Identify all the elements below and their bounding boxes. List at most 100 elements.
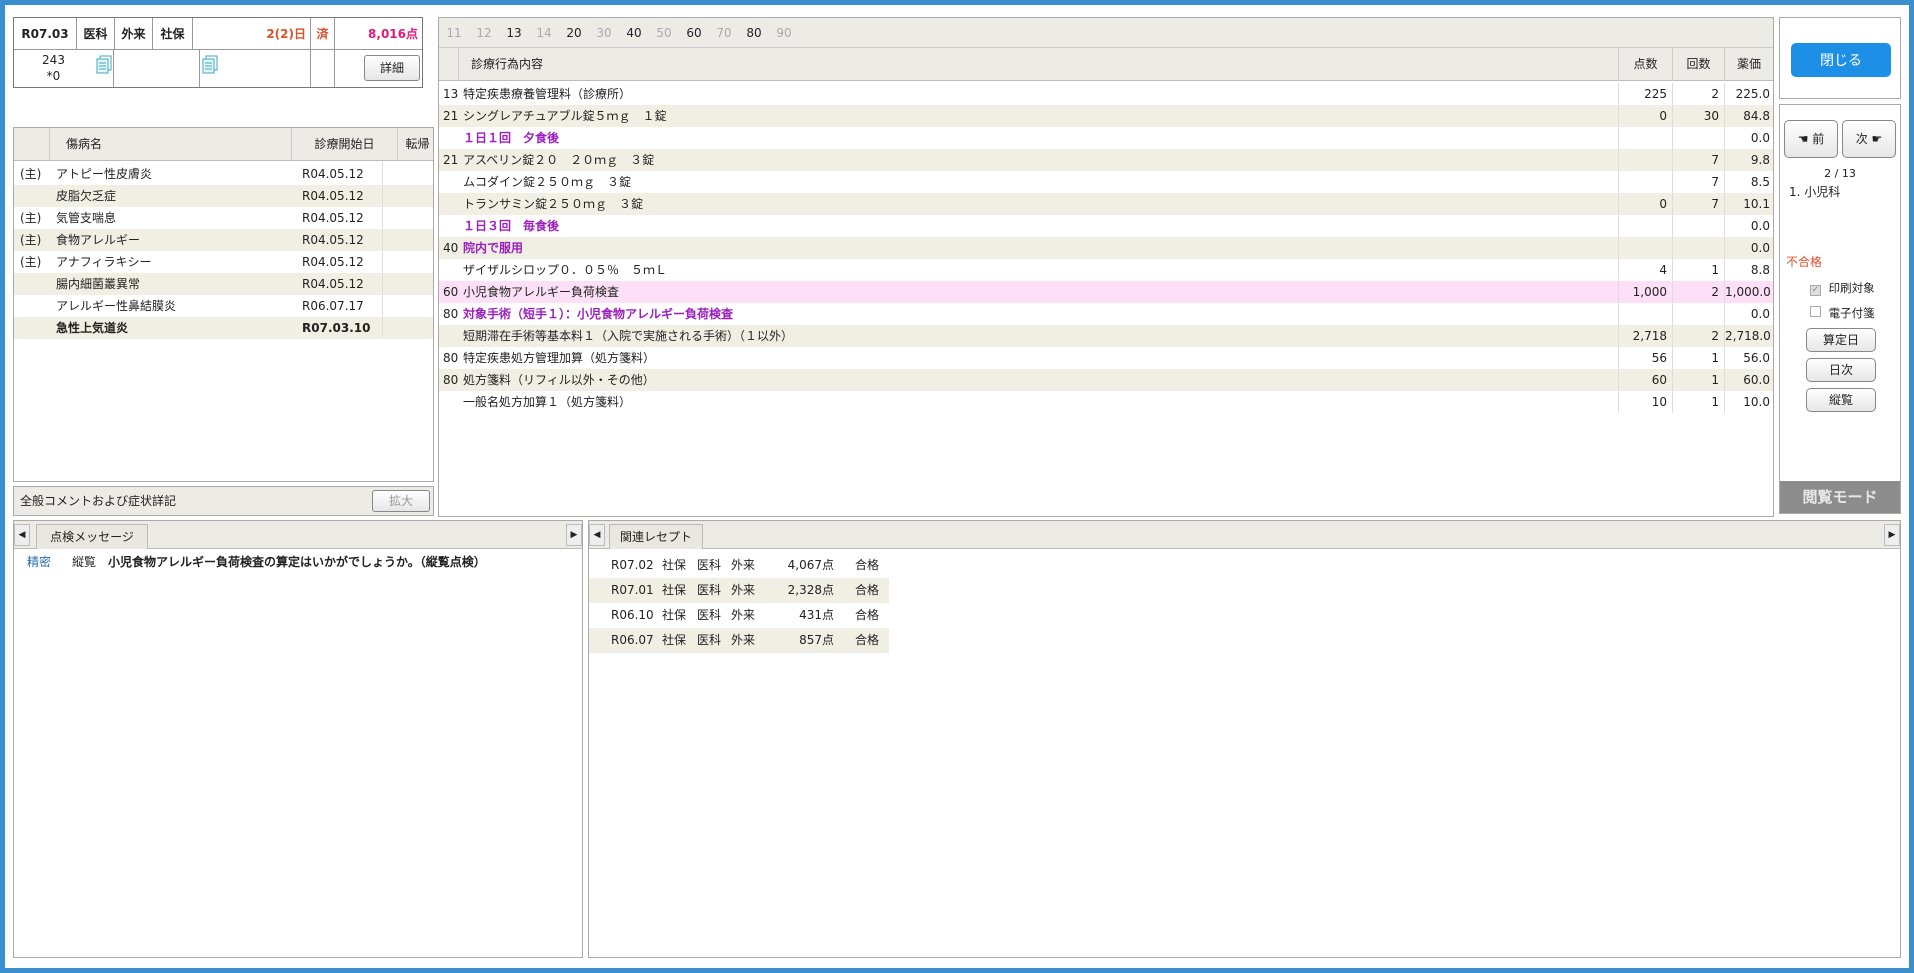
related-receipt-row[interactable]: R06.07 社保 医科 外来 857点 合格 [589,628,889,653]
treatment-code: 80 [443,307,459,321]
treatment-name: シングレアチュアブル錠５ｍｇ １錠 [463,109,667,123]
treatment-name: １日３回 毎食後 [463,219,560,233]
disease-name: 急性上気道炎 [56,321,129,335]
treatment-name: 一般名処方加算１（処方箋料） [463,395,632,409]
disease-start-date: R04.05.12 [302,277,364,291]
code-filter-12[interactable]: 12 [469,18,499,48]
code-filter-90[interactable]: 90 [769,18,799,48]
prev-button[interactable]: ☚ 前 [1784,120,1838,158]
treatment-row[interactable]: 80 対象手術（短手１）：小児食物アレルギー負荷検査 0.0 [439,303,1773,325]
disease-row[interactable]: 皮脂欠乏症 R04.05.12 [14,183,433,207]
treatment-name: ザイザルシロップ０．０５％ ５ｍＬ [463,263,668,277]
check-message-row[interactable]: 精密 縦覧 小児食物アレルギー負荷検査の算定はいかがでしょうか。（縦覧点検） [14,552,582,572]
scroll-right-arrow[interactable]: ▶ [1884,524,1900,546]
treatment-count: 30 [1672,105,1724,127]
treatment-row[interactable]: １日１回 夕食後 0.0 [439,127,1773,149]
related-receipt-row[interactable]: R06.10 社保 医科 外来 431点 合格 [589,603,889,628]
treatment-row[interactable]: 21 アスベリン錠２０ ２０ｍｇ ３錠 7 9.8 [439,149,1773,171]
visit-type: 外来 [731,633,756,647]
receipt-kind3: 社保 [153,18,193,50]
code-filter-60[interactable]: 60 [679,18,709,48]
calc-date-button[interactable]: 算定日 [1806,328,1876,352]
code-filter-40[interactable]: 40 [619,18,649,48]
disease-row[interactable]: (主) アトピー性皮膚炎 R04.05.12 [14,161,433,185]
treatment-price: 56.0 [1724,347,1773,369]
treatment-header-price[interactable]: 薬価 [1724,48,1773,81]
code-filter-30[interactable]: 30 [589,18,619,48]
treatment-row[interactable]: ザイザルシロップ０．０５％ ５ｍＬ 4 1 8.8 [439,259,1773,281]
related-receipt-row[interactable]: R07.02 社保 医科 外来 4,067点 合格 [589,553,889,578]
disease-row[interactable]: 急性上気道炎 R07.03.10 [14,315,433,339]
document-icon[interactable] [96,55,112,75]
receipt-date: R07.02 [611,558,654,572]
receipt-points: 4,067点 [787,558,834,572]
disease-row[interactable]: (主) 気管支喘息 R04.05.12 [14,205,433,229]
scroll-left-arrow[interactable]: ◀ [589,524,605,546]
scroll-left-arrow[interactable]: ◀ [14,524,30,546]
disease-header-outcome[interactable]: 転帰 [397,128,437,161]
disease-header-name[interactable]: 傷病名 [66,128,102,161]
visit-type: 外来 [731,608,756,622]
vertical-view-button[interactable]: 縦覧 [1806,388,1876,412]
daily-button[interactable]: 日次 [1806,358,1876,382]
treatment-name: 対象手術（短手１）：小児食物アレルギー負荷検査 [463,307,734,321]
treatment-points: 56 [1618,347,1672,369]
treatment-row[interactable]: 40 院内で服用 0.0 [439,237,1773,259]
treatment-code: 21 [443,109,459,123]
disease-name: 気管支喘息 [56,211,117,225]
expand-button[interactable]: 拡大 [372,490,430,512]
receipt-date: R07.01 [611,583,654,597]
treatment-row[interactable]: ムコダイン錠２５０ｍｇ ３錠 7 8.5 [439,171,1773,193]
code-filter-11[interactable]: 11 [439,18,469,48]
code-filter-20[interactable]: 20 [559,18,589,48]
treatment-points: 0 [1618,193,1672,215]
print-target-checkbox[interactable]: ✓ 印刷対象 [1810,280,1875,296]
treatment-row[interactable]: １日３回 毎食後 0.0 [439,215,1773,237]
disease-row[interactable]: アレルギー性鼻結膜炎 R06.07.17 [14,293,433,317]
treatment-code: 80 [443,351,459,365]
treatment-points: 60 [1618,369,1672,391]
code-filter-50[interactable]: 50 [649,18,679,48]
navigation-panel: ☚ 前 次 ☛ 2 / 13 1. 小児科 不合格 ✓ 印刷対象 電子付箋 算定… [1779,104,1901,514]
treatment-header-count[interactable]: 回数 [1672,48,1724,81]
disease-row[interactable]: (主) アナフィラキシー R04.05.12 [14,249,433,273]
disease-header-date[interactable]: 診療開始日 [291,128,397,161]
treatment-price: 0.0 [1724,237,1773,259]
treatment-code: 13 [443,87,459,101]
treatment-row[interactable]: 80 特定疾患処方管理加算（処方箋料） 56 1 56.0 [439,347,1773,369]
treatment-count: 1 [1672,259,1724,281]
treatment-points: 1,000 [1618,281,1672,303]
treatment-header-points[interactable]: 点数 [1618,48,1672,81]
detail-button[interactable]: 詳細 [364,55,420,81]
receipt-points: 431点 [799,608,834,622]
next-button[interactable]: 次 ☛ [1842,120,1896,158]
treatment-row[interactable]: 60 小児食物アレルギー負荷検査 1,000 2 1,000.0 [439,281,1773,303]
code-filter-80[interactable]: 80 [739,18,769,48]
related-receipt-row[interactable]: R07.01 社保 医科 外来 2,328点 合格 [589,578,889,603]
treatment-row[interactable]: 短期滞在手術等基本料１（入院で実施される手術）（１以外） 2,718 2 2,718.… [439,325,1773,347]
code-filter-13[interactable]: 13 [499,18,529,48]
treatment-row[interactable]: トランサミン錠２５０ｍｇ ３錠 0 7 10.1 [439,193,1773,215]
code-filter-70[interactable]: 70 [709,18,739,48]
disease-name: アトピー性皮膚炎 [56,167,153,181]
tab-related-receipt[interactable]: 関連レセプト [609,524,703,549]
treatment-header-content[interactable]: 診療行為内容 [471,48,543,81]
treatment-row[interactable]: 80 処方箋料（リフィル以外・その他） 60 1 60.0 [439,369,1773,391]
disease-row[interactable]: 腸内細菌叢異常 R04.05.12 [14,271,433,295]
treatment-row[interactable]: 21 シングレアチュアブル錠５ｍｇ １錠 0 30 84.8 [439,105,1773,127]
treatment-count: 1 [1672,391,1724,413]
treatment-points: 2,718 [1618,325,1672,347]
electronic-note-checkbox[interactable]: 電子付箋 [1810,305,1875,321]
disease-row[interactable]: (主) 食物アレルギー R04.05.12 [14,227,433,251]
page-indicator: 2 / 13 [1824,167,1856,180]
code-filter-14[interactable]: 14 [529,18,559,48]
receipt-points: 2,328点 [787,583,834,597]
scroll-right-arrow[interactable]: ▶ [566,524,582,546]
receipt-status: 合格 [855,583,880,597]
tab-check-message[interactable]: 点検メッセージ [36,524,148,549]
close-button[interactable]: 閉じる [1791,43,1891,77]
treatment-count: 7 [1672,171,1724,193]
treatment-row[interactable]: 13 特定疾患療養管理料（診療所） 225 2 225.0 [439,83,1773,105]
treatment-name: １日１回 夕食後 [463,131,560,145]
treatment-row[interactable]: 一般名処方加算１（処方箋料） 10 1 10.0 [439,391,1773,413]
